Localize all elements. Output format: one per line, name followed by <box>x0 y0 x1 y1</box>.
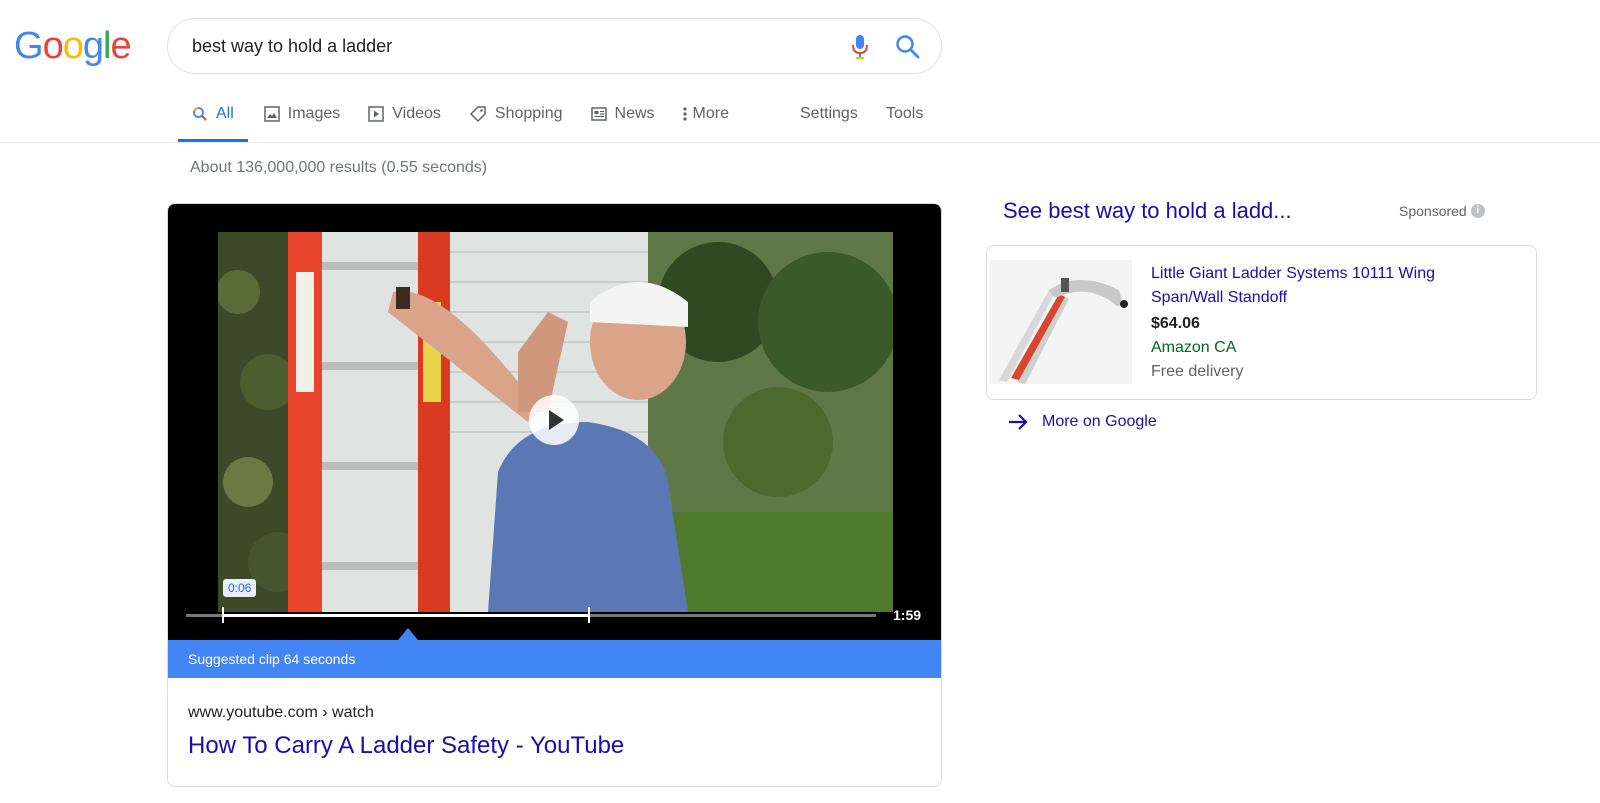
clip-start-marker[interactable] <box>222 607 224 623</box>
product-title[interactable]: Little Giant Ladder Systems 10111 Wing S… <box>1151 262 1491 310</box>
tab-news[interactable]: News <box>577 86 669 142</box>
clip-pointer <box>398 628 418 640</box>
logo-letter: G <box>14 25 44 67</box>
tab-all[interactable]: All <box>178 86 248 142</box>
news-icon <box>590 106 607 122</box>
search-icon <box>192 106 208 122</box>
more-vert-icon <box>682 106 687 122</box>
tab-label: Videos <box>392 105 441 122</box>
search-bar <box>167 18 942 74</box>
result-title-link[interactable]: How To Carry A Ladder Safety - YouTube <box>188 732 624 760</box>
product-image[interactable] <box>989 260 1132 384</box>
product-delivery: Free delivery <box>1151 363 1244 380</box>
video-duration: 1:59 <box>893 607 922 623</box>
info-icon[interactable]: i <box>1470 204 1485 218</box>
tab-more[interactable]: More <box>669 86 743 142</box>
tab-label: Shopping <box>494 105 563 122</box>
microphone-icon[interactable] <box>848 33 872 61</box>
tab-shopping[interactable]: Shopping <box>455 86 577 142</box>
tab-images[interactable]: Images <box>250 86 354 142</box>
result-url: www.youtube.com › watch <box>188 704 374 721</box>
product-price: $64.06 <box>1151 315 1200 332</box>
logo-letter: e <box>110 25 131 67</box>
video-icon <box>368 106 384 122</box>
product-ad-card[interactable]: Little Giant Ladder Systems 10111 Wing S… <box>986 245 1537 400</box>
clip-end-marker[interactable] <box>588 607 590 623</box>
more-on-google-label: More on Google <box>1042 413 1157 430</box>
image-icon <box>264 106 280 122</box>
result-stats: About 136,000,000 results (0.55 seconds) <box>190 159 488 176</box>
video-player[interactable]: 0:06 1:59 <box>168 204 941 640</box>
tab-label: Images <box>287 105 341 122</box>
settings-link[interactable]: Settings <box>800 86 858 142</box>
tab-label: More <box>692 105 729 122</box>
search-input[interactable] <box>192 19 832 73</box>
tab-videos[interactable]: Videos <box>354 86 455 142</box>
sponsored-text: Sponsored <box>1399 203 1467 219</box>
shopping-ad-heading[interactable]: See best way to hold a ladd... <box>1003 198 1292 224</box>
search-tabs: All Images Videos Shopping News More <box>178 86 743 142</box>
video-progress-bar[interactable] <box>186 607 876 623</box>
logo-letter: l <box>102 25 112 67</box>
header-divider <box>0 142 1600 143</box>
product-store: Amazon CA <box>1151 339 1237 356</box>
play-button[interactable] <box>529 395 579 445</box>
clip-start-timestamp: 0:06 <box>223 579 257 597</box>
logo-letter: g <box>82 25 104 67</box>
suggested-clip-range <box>222 614 590 617</box>
suggested-clip-bar[interactable]: Suggested clip 64 seconds <box>168 640 941 678</box>
search-icon <box>896 35 920 59</box>
video-result-card: 0:06 1:59 Suggested clip 64 seconds www.… <box>167 203 942 787</box>
tab-label: News <box>614 105 655 122</box>
tag-icon <box>469 105 487 123</box>
logo-letter: o <box>62 25 84 67</box>
arrow-right-icon <box>1009 414 1028 430</box>
tab-label: All <box>216 105 234 122</box>
search-button[interactable] <box>894 33 922 61</box>
google-logo[interactable]: Google <box>14 25 132 67</box>
more-on-google-link[interactable]: More on Google <box>1006 410 1157 434</box>
logo-letter: o <box>42 25 64 67</box>
sponsored-label: Sponsored i <box>1399 203 1485 219</box>
tools-link[interactable]: Tools <box>886 86 923 142</box>
